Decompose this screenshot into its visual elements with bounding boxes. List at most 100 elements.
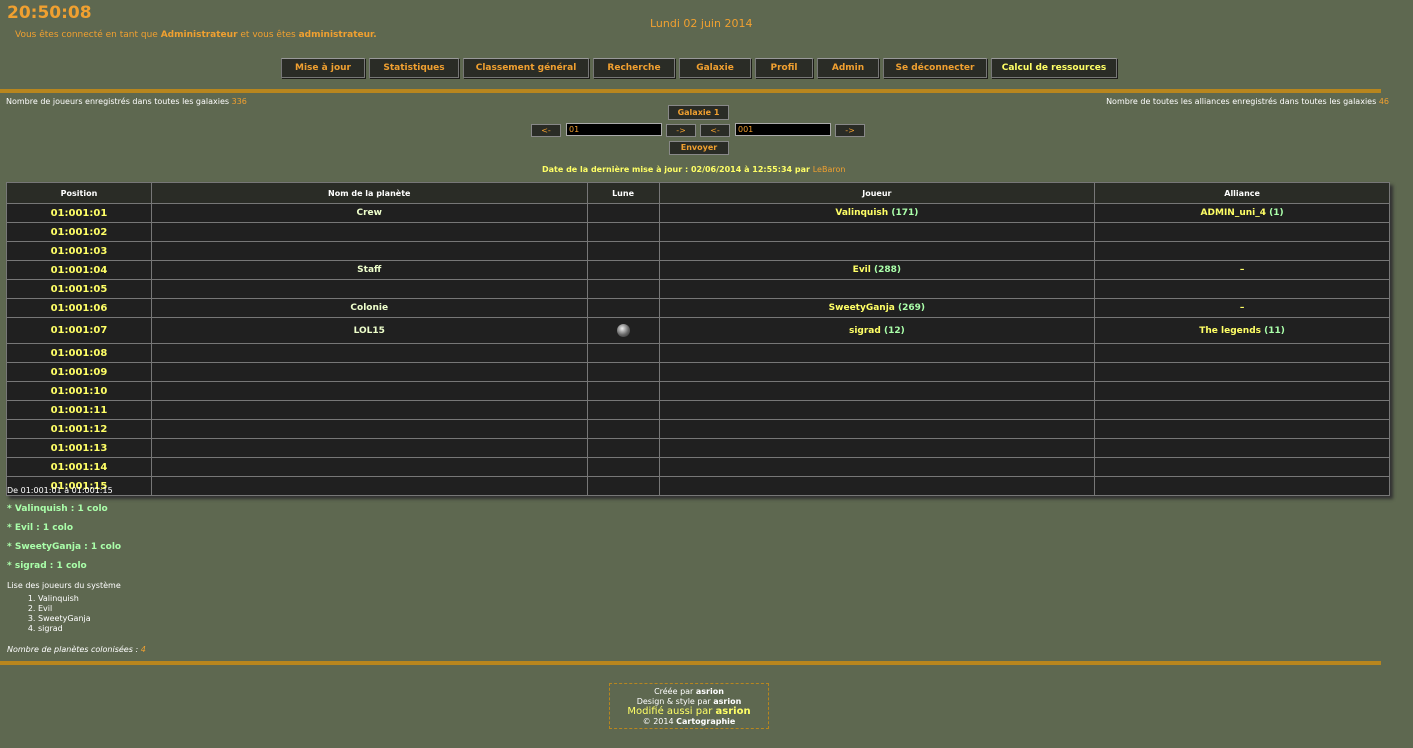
last-update-by[interactable]: LeBaron	[813, 165, 846, 174]
table-row: 01:001:14	[6, 457, 1390, 477]
alliance-name[interactable]: –	[1240, 303, 1245, 313]
position-cell: 01:001:11	[6, 400, 152, 420]
alliance-cell	[1094, 343, 1390, 363]
players-stat-label: Nombre de joueurs enregistrés dans toute…	[6, 97, 230, 106]
position-value: 01:001:08	[50, 347, 108, 359]
player-cell: SweetyGanja (269)	[658, 298, 1096, 318]
credit-modified-author: asrion	[715, 706, 751, 717]
planet-cell	[150, 241, 588, 261]
alliance-cell	[1094, 241, 1390, 261]
alliances-count: 46	[1378, 97, 1389, 106]
nav-statistics[interactable]: Statistiques	[369, 58, 459, 78]
top-divider	[0, 89, 1381, 93]
nav-logout[interactable]: Se déconnecter	[883, 58, 987, 78]
position-value: 01:001:03	[50, 245, 108, 257]
planet-cell	[150, 457, 588, 477]
player-name[interactable]: SweetyGanja	[829, 303, 895, 313]
alliances-stat: Nombre de toutes les alliances enregistr…	[1106, 97, 1389, 106]
position-cell: 01:001:02	[6, 222, 152, 242]
table-row: 01:001:04 Staff Evil (288) –	[6, 260, 1390, 280]
nav-profile[interactable]: Profil	[755, 58, 813, 78]
system-prev-button[interactable]: <-	[700, 124, 730, 137]
planet-cell	[150, 381, 588, 401]
position-value: 01:001:09	[50, 366, 108, 378]
player-cell: Valinquish (171)	[658, 203, 1096, 223]
colony-summary-item: * Valinquish : 1 colo	[7, 504, 108, 514]
table-row: 01:001:09	[6, 362, 1390, 382]
position-value: 01:001:01	[50, 207, 108, 219]
nav-update[interactable]: Mise à jour	[281, 58, 365, 78]
galaxy-input[interactable]: 01	[566, 123, 662, 136]
header-position: Position	[6, 182, 152, 204]
alliance-name[interactable]: The legends	[1199, 326, 1261, 336]
planet-cell	[150, 476, 588, 496]
player-cell	[658, 438, 1096, 458]
alliance-cell	[1094, 381, 1390, 401]
moon-cell	[586, 317, 660, 344]
alliance-name[interactable]: –	[1240, 265, 1245, 275]
moon-icon[interactable]	[616, 324, 630, 337]
nav-search[interactable]: Recherche	[593, 58, 675, 78]
alliances-stat-label: Nombre de toutes les alliances enregistr…	[1106, 97, 1377, 106]
connected-prefix: Vous êtes connecté en tant que	[15, 30, 158, 40]
planet-cell: Colonie	[150, 298, 588, 318]
last-update-label: Date de la dernière mise à jour : 02/06/…	[542, 165, 810, 174]
credit-design-label: Design & style par	[636, 697, 711, 706]
nav-resource-calculator[interactable]: Calcul de ressources	[991, 58, 1117, 78]
copyright-year: © 2014	[642, 717, 674, 726]
colonized-count: Nombre de planètes colonisées : 4	[7, 645, 146, 654]
player-rank: (269)	[898, 303, 926, 313]
position-cell: 01:001:10	[6, 381, 152, 401]
planet-name: Colonie	[350, 303, 389, 313]
player-name[interactable]: Evil	[853, 265, 871, 275]
position-cell: 01:001:12	[6, 419, 152, 439]
position-cell: 01:001:14	[6, 457, 152, 477]
players-count: 336	[231, 97, 247, 106]
moon-cell	[586, 457, 660, 477]
player-cell	[658, 476, 1096, 496]
player-rank: (12)	[883, 325, 905, 336]
player-cell	[658, 400, 1096, 420]
alliance-cell	[1094, 362, 1390, 382]
colony-summary-item: * SweetyGanja : 1 colo	[7, 542, 122, 552]
send-button[interactable]: Envoyer	[669, 141, 729, 155]
footer-credits: Créée par asrion Design & style par asri…	[609, 683, 769, 729]
player-name[interactable]: sigrad	[849, 326, 881, 336]
alliance-cell	[1094, 419, 1390, 439]
nav-admin[interactable]: Admin	[817, 58, 879, 78]
planet-cell: LOL15	[150, 317, 588, 344]
colony-summary-item: * Evil : 1 colo	[7, 523, 74, 533]
position-cell: 01:001:09	[6, 362, 152, 382]
table-row: 01:001:13	[6, 438, 1390, 458]
planet-name: Crew	[356, 208, 382, 218]
position-value: 01:001:04	[50, 264, 108, 276]
alliance-cell	[1094, 476, 1390, 496]
alliance-name[interactable]: ADMIN_uni_4	[1201, 208, 1266, 218]
system-next-button[interactable]: ->	[835, 124, 865, 137]
position-cell: 01:001:01	[6, 203, 152, 223]
nav-galaxy[interactable]: Galaxie	[679, 58, 751, 78]
table-header-row: Position Nom de la planète Lune Joueur A…	[6, 182, 1390, 204]
galaxy-prev-button[interactable]: <-	[531, 124, 561, 137]
galaxy-next-button[interactable]: ->	[666, 124, 696, 137]
credit-modified: Modifié aussi par asrion	[610, 707, 768, 717]
planet-cell	[150, 419, 588, 439]
system-input[interactable]: 001	[735, 123, 831, 136]
player-name[interactable]: Valinquish	[835, 208, 888, 218]
nav-general-ranking[interactable]: Classement général	[463, 58, 589, 78]
player-cell	[658, 362, 1096, 382]
credit-design-author: asrion	[713, 697, 742, 706]
moon-cell	[586, 279, 660, 299]
position-cell: 01:001:13	[6, 438, 152, 458]
alliance-cell	[1094, 400, 1390, 420]
connected-middle: et vous êtes	[240, 30, 296, 40]
galaxy-tab[interactable]: Galaxie 1	[668, 105, 729, 120]
copyright-name: Cartographie	[676, 717, 736, 726]
table-row: 01:001:07 LOL15 sigrad (12) The legends (11…	[6, 317, 1390, 344]
username: Administrateur	[160, 30, 238, 40]
planet-cell	[150, 222, 588, 242]
colony-summary-item: * sigrad : 1 colo	[7, 561, 87, 571]
table-row: 01:001:10	[6, 381, 1390, 401]
moon-cell	[586, 298, 660, 318]
alliance-cell	[1094, 457, 1390, 477]
